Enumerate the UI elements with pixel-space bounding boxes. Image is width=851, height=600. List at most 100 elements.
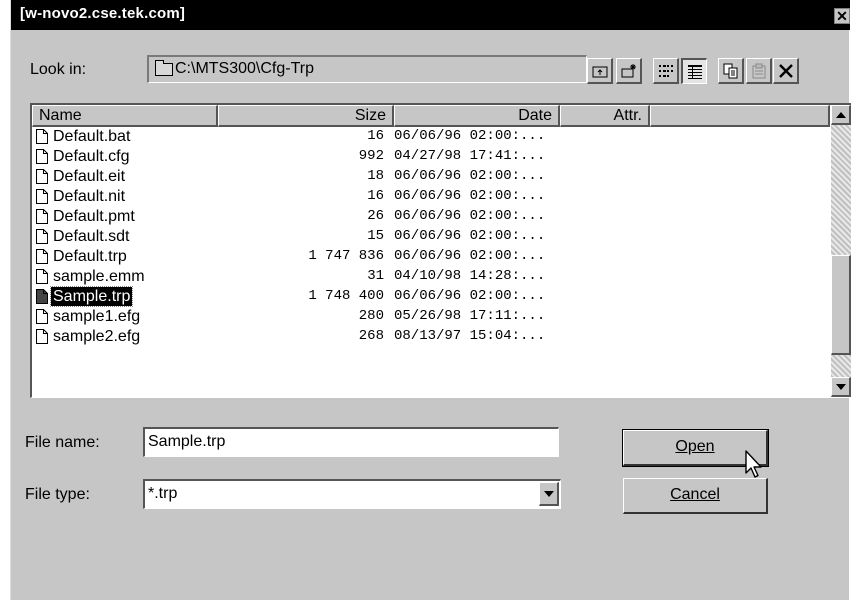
column-header-date[interactable]: Date <box>394 105 560 127</box>
folder-icon <box>155 60 173 76</box>
file-icon <box>36 329 48 344</box>
column-header-size[interactable]: Size <box>218 105 394 127</box>
file-icon <box>36 149 48 164</box>
file-date: 08/13/97 15:04:... <box>394 328 546 344</box>
file-row[interactable]: Default.eit 18 06/06/96 02:00:... <box>32 167 830 187</box>
file-date: 06/06/96 02:00:... <box>394 248 546 264</box>
file-size: 268 <box>358 328 384 344</box>
file-name-label: File name: <box>25 434 100 451</box>
column-header-name[interactable]: Name <box>32 105 218 127</box>
file-size: 1 747 836 <box>308 248 384 264</box>
scroll-up-button[interactable] <box>831 105 851 125</box>
delete-button[interactable] <box>773 58 799 84</box>
file-name: Default.eit <box>53 168 126 185</box>
copy-icon <box>723 63 738 79</box>
file-open-dialog: [w-novo2.cse.tek.com] ✕ Look in: C:\MTS3… <box>10 0 851 600</box>
file-row[interactable]: Default.trp 1 747 836 06/06/96 02:00:... <box>32 247 830 267</box>
arrow-down-icon <box>836 384 846 390</box>
file-name: sample.emm <box>53 268 145 285</box>
up-folder-icon <box>592 66 608 78</box>
file-icon <box>36 209 48 224</box>
file-icon <box>36 309 48 324</box>
file-date: 06/06/96 02:00:... <box>394 128 546 144</box>
file-name: Default.pmt <box>53 208 135 225</box>
file-date: 06/06/96 02:00:... <box>394 188 546 204</box>
column-header-empty <box>650 105 830 127</box>
file-row[interactable]: sample2.efg 268 08/13/97 15:04:... <box>32 327 830 347</box>
paste-button[interactable] <box>746 58 772 84</box>
file-date: 06/06/96 02:00:... <box>394 288 546 304</box>
file-name: Default.cfg <box>53 148 130 165</box>
cancel-button-label: Cancel <box>670 486 720 503</box>
file-name: Default.trp <box>53 248 127 265</box>
file-size: 1 748 400 <box>308 288 384 304</box>
file-row[interactable]: Default.sdt 15 06/06/96 02:00:... <box>32 227 830 247</box>
scroll-down-button[interactable] <box>831 377 851 397</box>
new-folder-button[interactable] <box>616 58 642 84</box>
file-row[interactable]: Default.nit 16 06/06/96 02:00:... <box>32 187 830 207</box>
file-row-selected[interactable]: Sample.trp 1 748 400 06/06/96 02:00:... <box>32 286 830 307</box>
file-row[interactable]: Default.bat 16 06/06/96 02:00:... <box>32 127 830 147</box>
file-date: 05/26/98 17:11:... <box>394 308 546 324</box>
file-date: 04/10/98 14:28:... <box>394 268 546 284</box>
file-type-dropdown-button[interactable] <box>539 482 559 506</box>
arrow-up-icon <box>836 112 846 118</box>
file-date: 06/06/96 02:00:... <box>394 228 546 244</box>
delete-icon <box>779 64 793 78</box>
file-icon <box>36 129 48 144</box>
file-icon <box>36 289 48 304</box>
cancel-button[interactable]: Cancel <box>623 478 768 514</box>
file-date: 06/06/96 02:00:... <box>394 208 546 224</box>
details-view-button[interactable] <box>681 58 707 84</box>
window-title: [w-novo2.cse.tek.com] <box>20 5 186 22</box>
file-size: 18 <box>367 168 384 184</box>
file-icon <box>36 189 48 204</box>
file-rows: Default.bat 16 06/06/96 02:00:... Default.… <box>32 127 830 347</box>
new-folder-icon <box>621 64 636 78</box>
file-name: Default.nit <box>53 188 126 205</box>
list-view-button[interactable] <box>653 58 679 84</box>
close-icon[interactable]: ✕ <box>834 8 850 24</box>
file-icon <box>36 269 48 284</box>
file-type-label: File type: <box>25 486 90 503</box>
file-name-input[interactable]: Sample.trp <box>143 427 559 457</box>
file-name: sample1.efg <box>53 308 141 325</box>
file-icon <box>36 169 48 184</box>
paste-icon <box>752 63 766 79</box>
file-size: 31 <box>367 268 384 284</box>
file-row[interactable]: Default.pmt 26 06/06/96 02:00:... <box>32 207 830 227</box>
file-type-select[interactable]: *.trp <box>143 479 561 509</box>
copy-button[interactable] <box>718 58 744 84</box>
file-list[interactable]: Name Size Date Attr. Default.bat 16 06/06/… <box>30 103 851 398</box>
up-folder-button[interactable] <box>587 58 613 84</box>
file-row[interactable]: Default.cfg 992 04/27/98 17:41:... <box>32 147 830 167</box>
file-type-value: *.trp <box>148 485 178 502</box>
column-attr-label: Attr. <box>613 107 642 124</box>
look-in-dropdown[interactable]: C:\MTS300\Cfg-Trp <box>147 55 587 83</box>
file-size: 992 <box>358 148 384 164</box>
file-name: Default.sdt <box>53 228 130 245</box>
chevron-down-icon <box>544 491 554 497</box>
file-icon <box>36 229 48 244</box>
list-view-icon <box>659 65 673 77</box>
open-button-label: Open <box>675 438 715 455</box>
column-name-label: Name <box>39 107 82 124</box>
file-row[interactable]: sample.emm 31 04/10/98 14:28:... <box>32 267 830 287</box>
column-header-attr[interactable]: Attr. <box>560 105 650 127</box>
file-row[interactable]: sample1.efg 280 05/26/98 17:11:... <box>32 307 830 327</box>
file-size: 26 <box>367 208 384 224</box>
file-date: 04/27/98 17:41:... <box>394 148 546 164</box>
file-name: Default.bat <box>53 128 131 145</box>
look-in-label: Look in: <box>30 61 87 78</box>
vertical-scrollbar[interactable] <box>831 105 851 397</box>
file-date: 06/06/96 02:00:... <box>394 168 546 184</box>
column-size-label: Size <box>354 107 386 124</box>
column-date-label: Date <box>518 107 552 124</box>
title-bar: [w-novo2.cse.tek.com] ✕ <box>11 0 850 30</box>
mouse-pointer-icon <box>745 450 762 478</box>
file-name: sample2.efg <box>53 328 141 345</box>
file-size: 16 <box>367 128 384 144</box>
file-name: Sample.trp <box>49 286 134 307</box>
file-size: 16 <box>367 188 384 204</box>
scrollbar-thumb[interactable] <box>831 255 851 355</box>
